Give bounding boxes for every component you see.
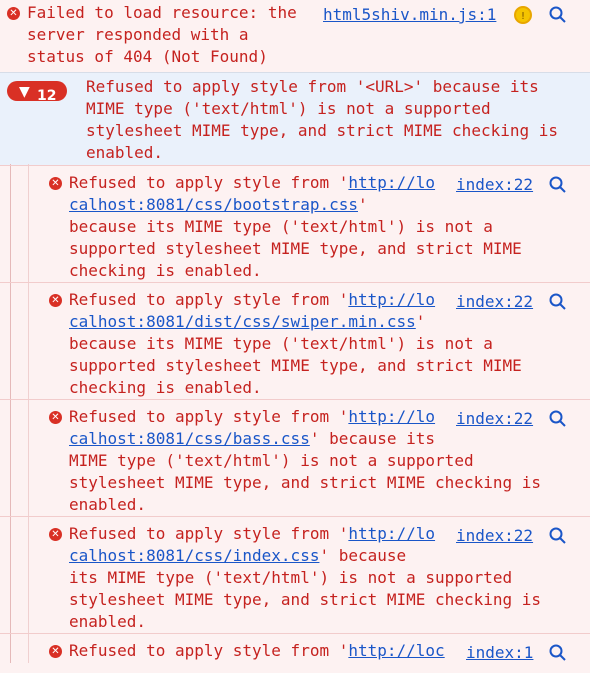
message-line: calhost:8081/css/index.css' because [69,545,406,567]
message-line: Refused to apply style from 'http://lo [69,172,435,194]
error-icon: ✕ [49,528,62,541]
message-line: supported stylesheet MIME type, and stri… [69,356,522,375]
message-prefix: Refused to apply style from ' [69,641,349,660]
group-line: stylesheet MIME type, and strict MIME ch… [86,121,559,140]
source-link[interactable]: index:22 [456,525,533,547]
message-line: status of 404 (Not Found) [27,47,268,66]
source-link[interactable]: index:22 [456,291,533,313]
message-line: enabled. [69,495,147,514]
message-line: Refused to apply style from 'http://lo [69,406,435,428]
message-line: calhost:8081/css/bootstrap.css' [69,194,368,216]
resource-url-link[interactable]: calhost:8081/css/index.css [69,546,319,565]
source-link[interactable]: index:22 [456,174,533,196]
resource-url-link[interactable]: calhost:8081/dist/css/swiper.min.css [69,312,416,331]
message-line: stylesheet MIME type, and strict MIME ch… [69,473,542,492]
message-line: stylesheet MIME type, and strict MIME ch… [69,590,542,609]
console-message-404: ✕ Failed to load resource: the server re… [0,0,590,72]
search-icon[interactable] [548,526,568,546]
message-suffix: ' because [319,546,407,565]
message-line: checking is enabled. [69,378,262,397]
error-icon: ✕ [49,294,62,307]
search-icon[interactable] [548,643,568,663]
search-icon[interactable] [548,175,568,195]
search-icon[interactable] [548,409,568,429]
error-icon: ✕ [49,411,62,424]
message-line: Failed to load resource: the [27,3,297,22]
group-line: MIME type ('text/html') is not a support… [86,99,491,118]
search-icon[interactable] [548,5,568,25]
source-link[interactable]: index:22 [456,408,533,430]
error-icon: ✕ [49,177,62,190]
error-icon: ✕ [49,645,62,658]
resource-url-link[interactable]: http://lo [348,407,435,426]
message-count-badge[interactable]: ▼ 12 [7,81,67,101]
message-line: server responded with a [27,25,249,44]
message-line: calhost:8081/dist/css/swiper.min.css' [69,311,425,333]
message-line: enabled. [69,612,147,631]
console-message-mime: ✕Refused to apply style from 'http://loc… [0,399,590,516]
message-line: because its MIME type ('text/html') is n… [69,217,493,236]
resource-url-link[interactable]: http://lo [348,524,435,543]
message-prefix: Refused to apply style from ' [69,173,349,192]
message-prefix: Refused to apply style from ' [69,407,349,426]
message-line: Refused to apply style from 'http://lo [69,523,435,545]
search-icon[interactable] [548,292,568,312]
error-icon: ✕ [7,7,20,20]
resource-url-link[interactable]: http://lo [348,290,435,309]
message-line: checking is enabled. [69,261,262,280]
message-suffix: ' because its [309,429,436,448]
message-line: Refused to apply style from 'http://lo [69,289,435,311]
console-message-mime: ✕ Refused to apply style from 'http://loc… [0,633,590,673]
message-line: MIME type ('text/html') is not a support… [69,451,474,470]
message-prefix: Refused to apply style from ' [69,524,349,543]
message-line: calhost:8081/css/bass.css' because its [69,428,435,450]
message-prefix: Refused to apply style from ' [69,290,349,309]
message-line: supported stylesheet MIME type, and stri… [69,239,522,258]
group-line: Refused to apply style from '<URL>' beca… [86,77,539,96]
message-line: because its MIME type ('text/html') is n… [69,334,493,353]
resource-url-link[interactable]: http://loc [348,641,444,660]
message-suffix: ' [415,312,426,331]
message-line: its MIME type ('text/html') is not a sup… [69,568,513,587]
message-line: Refused to apply style from 'http://loc [69,640,445,662]
message-group-header[interactable]: ▼ 12 Refused to apply style from '<URL>'… [0,72,590,166]
warning-icon[interactable]: ! [514,6,532,24]
message-suffix: ' [357,195,368,214]
message-count: 12 [37,88,57,101]
group-line: enabled. [86,143,164,162]
source-link[interactable]: index:1 [466,642,533,664]
console-message-mime: ✕Refused to apply style from 'http://loc… [0,282,590,399]
source-link[interactable]: html5shiv.min.js:1 [323,4,496,26]
console-message-mime: ✕Refused to apply style from 'http://loc… [0,516,590,633]
collapse-triangle-icon[interactable]: ▼ [19,85,30,99]
resource-url-link[interactable]: calhost:8081/css/bass.css [69,429,310,448]
console-message-mime: ✕Refused to apply style from 'http://loc… [0,165,590,282]
resource-url-link[interactable]: calhost:8081/css/bootstrap.css [69,195,358,214]
svg-text:!: ! [521,11,525,22]
resource-url-link[interactable]: http://lo [348,173,435,192]
